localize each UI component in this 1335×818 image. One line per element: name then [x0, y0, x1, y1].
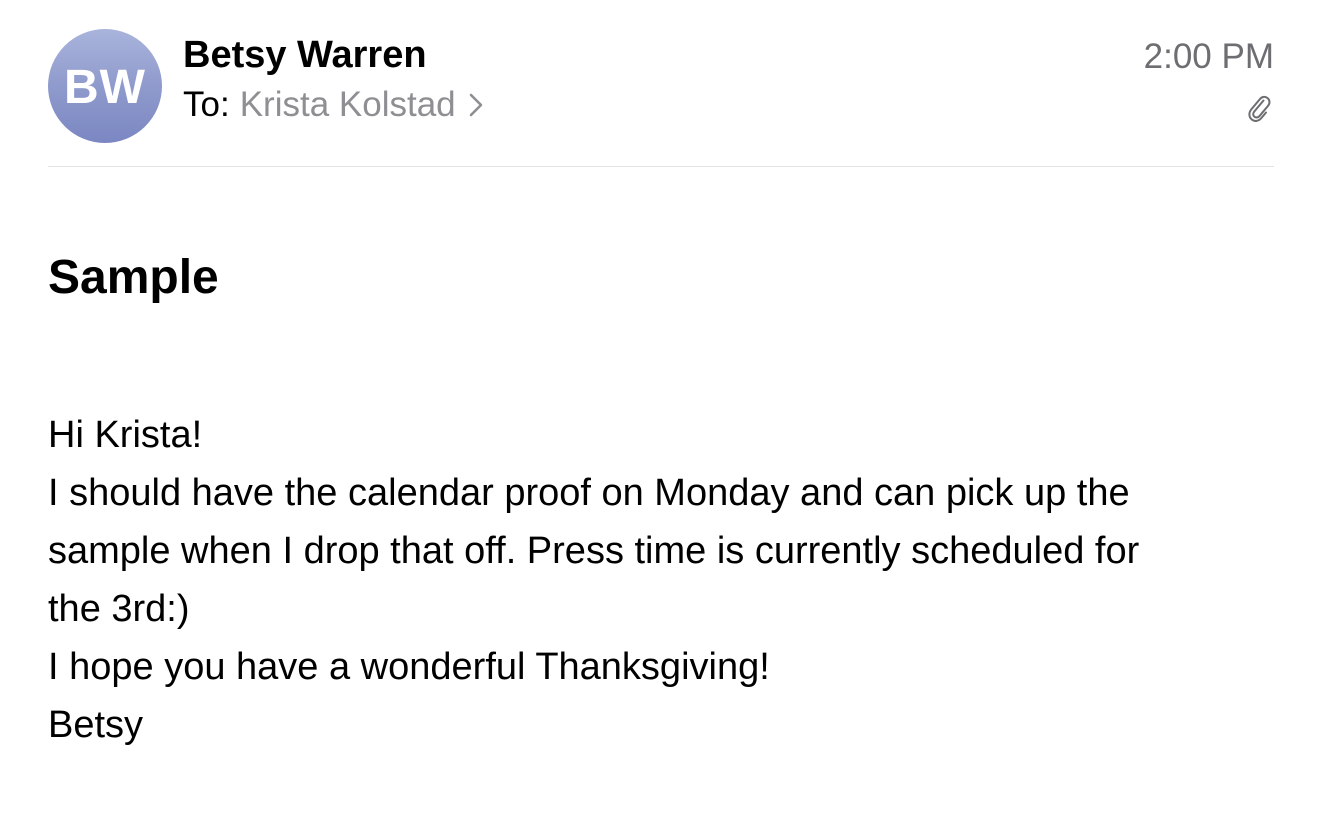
body-line: Hi Krista! [48, 414, 203, 456]
message-body: Hi Krista! I should have the calendar pr… [48, 406, 1274, 754]
body-line: Betsy [48, 704, 144, 746]
header-divider [48, 166, 1274, 167]
message-view: BW Betsy Warren To: Krista Kolstad 2:00 … [0, 0, 1335, 818]
chevron-right-icon[interactable] [468, 92, 484, 118]
avatar[interactable]: BW [48, 29, 162, 143]
message-subject: Sample [48, 251, 219, 304]
avatar-initials: BW [64, 60, 146, 114]
body-line: I should have the calendar proof on Mond… [48, 472, 1130, 514]
to-label: To: [183, 85, 230, 124]
body-line: sample when I drop that off. Press time … [48, 530, 1140, 572]
body-line: the 3rd:) [48, 588, 190, 630]
recipient-name[interactable]: Krista Kolstad [240, 84, 456, 126]
paperclip-icon [1248, 95, 1271, 122]
sender-name[interactable]: Betsy Warren [183, 33, 427, 77]
recipient-row[interactable]: To: Krista Kolstad [183, 84, 484, 126]
message-time: 2:00 PM [1143, 37, 1274, 76]
body-line: I hope you have a wonderful Thanksgiving… [48, 646, 770, 688]
message-header: BW Betsy Warren To: Krista Kolstad 2:00 … [48, 29, 1274, 167]
